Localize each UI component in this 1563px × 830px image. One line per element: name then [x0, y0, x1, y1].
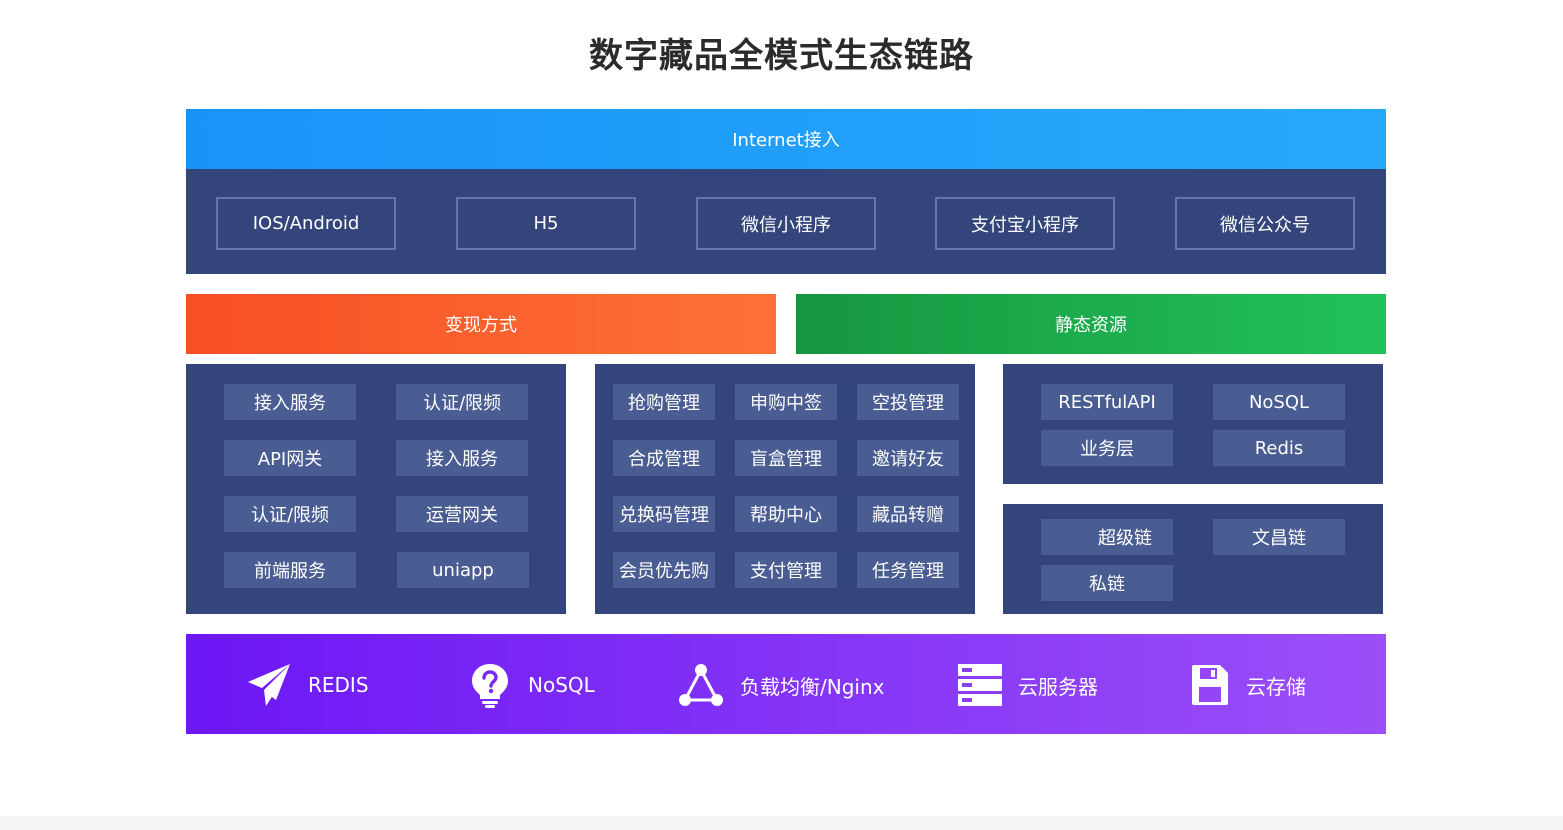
chain-chip: 私链 — [1041, 565, 1173, 601]
api-chip: NoSQL — [1213, 384, 1345, 420]
infra-item-cloud-storage: 云存储 — [1190, 662, 1306, 708]
infra-item-nosql: NoSQL — [468, 662, 595, 708]
infrastructure-bar: REDIS NoSQL 负载均衡/Nginx 云服务器 云存储 — [186, 634, 1386, 734]
footer-strip — [0, 816, 1563, 830]
diagram-title: 数字藏品全模式生态链路 — [589, 36, 974, 76]
business-chip: 藏品转赠 — [857, 496, 959, 532]
business-chip: 会员优先购 — [613, 552, 715, 588]
business-chip: 盲盒管理 — [735, 440, 837, 476]
monetization-banner: 变现方式 — [186, 294, 776, 354]
floppy-disk-icon — [1192, 665, 1228, 705]
services-panel: 接入服务 认证/限频 API网关 接入服务 认证/限频 运营网关 前端服务 un… — [186, 364, 566, 614]
api-chip: 业务层 — [1041, 430, 1173, 466]
network-triangle-icon — [679, 664, 723, 706]
service-chip: 接入服务 — [224, 384, 356, 420]
business-chip: 空投管理 — [857, 384, 959, 420]
service-chip: 前端服务 — [224, 552, 356, 588]
infra-label: 云存储 — [1246, 674, 1306, 699]
infra-label: NoSQL — [528, 673, 595, 697]
service-chip: 认证/限频 — [224, 496, 356, 532]
chain-chip: 超级链 — [1041, 519, 1173, 555]
business-chip: 帮助中心 — [735, 496, 837, 532]
server-rack-icon — [958, 664, 1002, 706]
client-alipay-miniprogram: 支付宝小程序 — [935, 197, 1115, 250]
business-chip: 抢购管理 — [613, 384, 715, 420]
client-ios-android: IOS/Android — [216, 197, 396, 250]
chain-chip: 文昌链 — [1213, 519, 1345, 555]
business-chip: 任务管理 — [857, 552, 959, 588]
infra-label: REDIS — [308, 673, 369, 697]
api-chip: Redis — [1213, 430, 1345, 466]
client-wechat-miniprogram: 微信小程序 — [696, 197, 876, 250]
api-panel: RESTfulAPI NoSQL 业务层 Redis — [1003, 364, 1383, 484]
infra-item-cloud-server: 云服务器 — [958, 662, 1098, 708]
service-chip: uniapp — [397, 552, 529, 588]
paper-plane-icon — [248, 664, 290, 706]
infra-label: 云服务器 — [1018, 674, 1098, 699]
service-chip: 认证/限频 — [396, 384, 528, 420]
business-chip: 合成管理 — [613, 440, 715, 476]
static-resources-banner: 静态资源 — [796, 294, 1386, 354]
service-chip: 接入服务 — [396, 440, 528, 476]
client-access-panel: IOS/Android H5 微信小程序 支付宝小程序 微信公众号 — [186, 169, 1386, 274]
business-chip: 邀请好友 — [857, 440, 959, 476]
service-chip: 运营网关 — [396, 496, 528, 532]
client-wechat-official-account: 微信公众号 — [1175, 197, 1355, 250]
infra-item-nginx: 负载均衡/Nginx — [678, 662, 884, 708]
api-chip: RESTfulAPI — [1041, 384, 1173, 420]
business-chip: 申购中签 — [735, 384, 837, 420]
business-panel: 抢购管理 申购中签 空投管理 合成管理 盲盒管理 邀请好友 兑换码管理 帮助中心… — [595, 364, 975, 614]
business-chip: 支付管理 — [735, 552, 837, 588]
internet-access-banner: Internet接入 — [186, 109, 1386, 169]
client-h5: H5 — [456, 197, 636, 250]
lightbulb-question-icon — [472, 664, 508, 708]
business-chip: 兑换码管理 — [613, 496, 715, 532]
infra-item-redis: REDIS — [246, 662, 369, 708]
infra-label: 负载均衡/Nginx — [740, 674, 885, 699]
chain-panel: 超级链 文昌链 私链 — [1003, 504, 1383, 614]
service-chip: API网关 — [224, 440, 356, 476]
